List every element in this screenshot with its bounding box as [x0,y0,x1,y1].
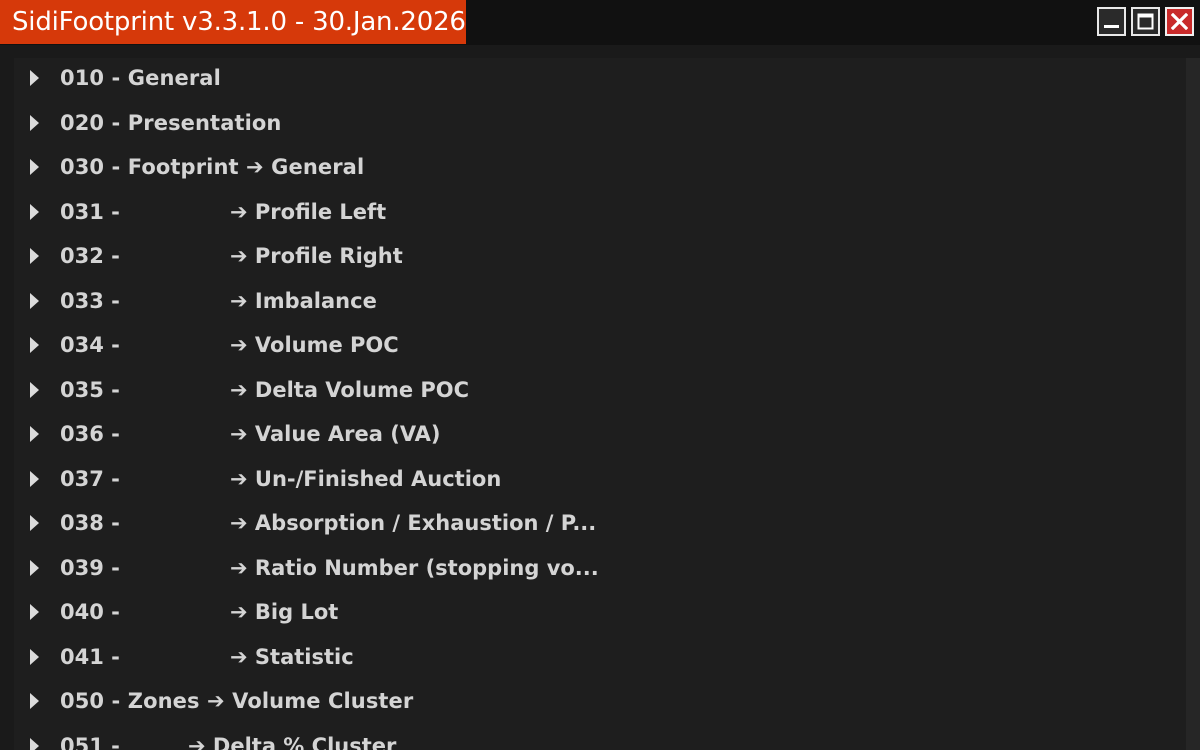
tree-item-033-imbalance[interactable]: 033 - ➔ Imbalance [14,281,1186,321]
expand-arrow-icon[interactable] [30,159,39,175]
vertical-scrollbar[interactable] [1186,58,1200,750]
tree-item-number: 037 - [60,466,120,491]
tree-item-041-statistic[interactable]: 041 - ➔ Statistic [14,637,1186,677]
tree-item-031-profile-left[interactable]: 031 - ➔ Profile Left [14,192,1186,232]
tree-item-number: 039 - [60,555,120,580]
tree-item-number: 038 - [60,511,120,535]
tree-item-label: ➔ Delta % Cluster [188,733,397,750]
expand-arrow-icon[interactable] [30,248,39,264]
expand-arrow-icon[interactable] [30,693,39,709]
tree-item-label: ➔ Delta Volume POC [230,377,470,402]
tree-item-036-value-area[interactable]: 036 - ➔ Value Area (VA) [14,414,1186,454]
tree-item-number: 032 - [60,244,120,268]
tree-item-label: ➔ Ratio Number (stopping vo... [230,555,599,580]
tree-item-label: 030 - Footprint ➔ General [60,155,365,179]
tree-item-038-absorption[interactable]: 038 - ➔ Absorption / Exhaustion / P... [14,503,1186,543]
tree-item-label: ➔ Profile Left [230,199,387,224]
tree-item-label: ➔ Big Lot [230,600,339,624]
settings-tree: 010 - General 020 - Presentation 030 - F… [14,58,1186,750]
tree-item-051-delta-cluster[interactable]: 051 - ➔ Delta % Cluster [14,726,1186,750]
close-button[interactable] [1165,7,1194,36]
minimize-button[interactable] [1097,7,1126,36]
tree-item-number: 035 - [60,377,120,402]
expand-arrow-icon[interactable] [30,292,39,309]
tree-item-label: ➔ Value Area (VA) [230,422,441,446]
expand-arrow-icon[interactable] [30,470,39,487]
expand-arrow-icon[interactable] [30,559,39,576]
expand-arrow-icon[interactable] [30,337,39,353]
maximize-icon [1137,13,1154,30]
tree-item-030-footprint-general[interactable]: 030 - Footprint ➔ General [14,147,1186,187]
expand-arrow-icon[interactable] [30,70,39,86]
close-icon [1171,13,1188,30]
tree-item-label: 020 - Presentation [60,110,282,135]
tree-item-label: ➔ Profile Right [230,244,403,268]
app-window: SidiFootprint v3.3.1.0 - 30.Jan.2026 010… [0,0,1200,750]
expand-arrow-icon[interactable] [30,426,39,442]
tree-item-number: 034 - [60,333,120,357]
tree-item-label: 050 - Zones ➔ Volume Cluster [60,689,414,713]
expand-arrow-icon[interactable] [30,381,39,398]
tree-item-number: 031 - [60,199,120,224]
expand-arrow-icon[interactable] [30,648,39,665]
expand-arrow-icon[interactable] [30,114,39,131]
tree-item-010-general[interactable]: 010 - General [14,58,1186,98]
maximize-button[interactable] [1131,7,1160,36]
minimize-icon [1104,25,1119,28]
tree-item-label: ➔ Absorption / Exhaustion / P... [230,511,597,535]
tree-item-034-volume-poc[interactable]: 034 - ➔ Volume POC [14,325,1186,365]
window-title: SidiFootprint v3.3.1.0 - 30.Jan.2026 [0,0,466,44]
expand-arrow-icon[interactable] [30,737,39,750]
tree-item-number: 036 - [60,422,120,446]
expand-arrow-icon[interactable] [30,515,39,531]
tree-item-035-delta-volume-poc[interactable]: 035 - ➔ Delta Volume POC [14,370,1186,410]
tree-item-label: ➔ Volume POC [230,333,399,357]
tree-item-number: 033 - [60,288,120,313]
expand-arrow-icon[interactable] [30,604,39,620]
expand-arrow-icon[interactable] [30,203,39,220]
tree-item-label: ➔ Un-/Finished Auction [230,466,502,491]
title-bar[interactable]: SidiFootprint v3.3.1.0 - 30.Jan.2026 [0,0,1200,45]
tree-item-number: 041 - [60,644,120,669]
tree-item-label: 010 - General [60,66,221,90]
tree-item-number: 040 - [60,600,120,624]
tree-item-037-finished-auction[interactable]: 037 - ➔ Un-/Finished Auction [14,459,1186,499]
tree-item-020-presentation[interactable]: 020 - Presentation [14,103,1186,143]
tree-item-032-profile-right[interactable]: 032 - ➔ Profile Right [14,236,1186,276]
tree-item-number: 051 - [60,733,120,750]
tree-item-label: ➔ Statistic [230,644,354,669]
tree-item-050-zones-volume-cluster[interactable]: 050 - Zones ➔ Volume Cluster [14,681,1186,721]
tree-item-label: ➔ Imbalance [230,288,377,313]
window-controls [1097,7,1194,36]
tree-item-039-ratio-number[interactable]: 039 - ➔ Ratio Number (stopping vo... [14,548,1186,588]
tree-item-040-big-lot[interactable]: 040 - ➔ Big Lot [14,592,1186,632]
